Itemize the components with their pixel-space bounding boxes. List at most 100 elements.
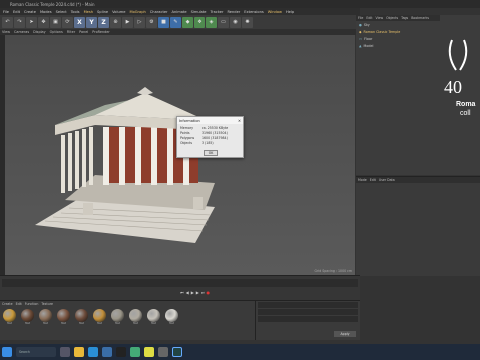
menu-help[interactable]: Help — [286, 10, 294, 14]
menu-volume[interactable]: Volume — [112, 10, 125, 14]
chrome-icon[interactable] — [144, 347, 154, 357]
timeline-ruler[interactable] — [2, 279, 358, 287]
vp-menu-display[interactable]: Display — [33, 30, 46, 34]
floor-icon[interactable]: ▭ — [218, 16, 229, 28]
move-icon[interactable]: ✥ — [38, 16, 49, 28]
vp-menu-view[interactable]: View — [2, 30, 10, 34]
vp-menu-cameras[interactable]: Cameras — [14, 30, 29, 34]
coord-field-z[interactable] — [258, 316, 358, 322]
material-swatch[interactable]: Mat — [38, 309, 53, 325]
menu-create[interactable]: Create — [24, 10, 36, 14]
render-picture-icon[interactable]: ▷ — [134, 16, 145, 28]
menu-simulate[interactable]: Simulate — [191, 10, 207, 14]
am-menu-mode[interactable]: Mode — [358, 178, 367, 182]
play-icon[interactable]: ▶ — [191, 290, 194, 295]
object-row-model[interactable]: ▲ Model — [356, 42, 440, 49]
am-menu-edit[interactable]: Edit — [370, 178, 376, 182]
svg-text:40: 40 — [444, 77, 462, 97]
ok-button[interactable]: OK — [204, 150, 218, 156]
menu-select[interactable]: Select — [56, 10, 67, 14]
coord-field-y[interactable] — [258, 309, 358, 315]
menu-animate[interactable]: Animate — [172, 10, 187, 14]
menu-tracker[interactable]: Tracker — [211, 10, 224, 14]
om-menu-file[interactable]: File — [358, 16, 363, 20]
animation-timeline[interactable]: ⏮ ◀ ▶ ▶ ⏭ ● — [0, 275, 360, 300]
mat-menu-function[interactable]: Function — [25, 302, 39, 306]
material-swatch[interactable]: Mat — [74, 309, 89, 325]
material-swatch[interactable]: Mat — [56, 309, 71, 325]
redo-icon[interactable]: ↷ — [14, 16, 25, 28]
x-axis-icon[interactable]: X — [74, 16, 85, 28]
menu-mograph[interactable]: MoGraph — [129, 10, 145, 14]
undo-icon[interactable]: ↶ — [2, 16, 13, 28]
go-start-icon[interactable]: ⏮ — [180, 290, 184, 295]
coord-field-x[interactable] — [258, 302, 358, 308]
record-icon[interactable]: ● — [206, 290, 210, 295]
menu-window[interactable]: Window — [268, 10, 282, 14]
taskbar-search[interactable]: Search — [16, 347, 56, 357]
material-swatch[interactable]: Mat — [146, 309, 161, 325]
render-view-icon[interactable]: ▶ — [122, 16, 133, 28]
coordinate-manager: Apply — [255, 300, 360, 340]
y-axis-icon[interactable]: Y — [86, 16, 97, 28]
coordinate-system-icon[interactable]: ⊕ — [110, 16, 121, 28]
start-icon[interactable] — [2, 347, 12, 357]
menu-tools[interactable]: Tools — [71, 10, 80, 14]
am-menu-userdata[interactable]: User Data — [379, 178, 395, 182]
object-row-floor[interactable]: ▭ Floor — [356, 35, 440, 42]
material-swatch[interactable]: Mat — [128, 309, 143, 325]
x-app-icon[interactable] — [116, 347, 126, 357]
camera-icon[interactable]: ◉ — [230, 16, 241, 28]
render-settings-icon[interactable]: ⚙ — [146, 16, 157, 28]
mail-icon[interactable] — [102, 347, 112, 357]
cube-icon[interactable]: ■ — [158, 16, 169, 28]
mat-menu-texture[interactable]: Texture — [41, 302, 53, 306]
material-swatch[interactable]: Mat — [2, 309, 17, 325]
menu-mesh[interactable]: Mesh — [84, 10, 93, 14]
edge-icon[interactable] — [88, 347, 98, 357]
vp-menu-options[interactable]: Options — [50, 30, 63, 34]
menu-extensions[interactable]: Extensions — [244, 10, 264, 14]
photos-icon[interactable] — [130, 347, 140, 357]
mat-menu-edit[interactable]: Edit — [16, 302, 22, 306]
vp-menu-prorender[interactable]: ProRender — [92, 30, 109, 34]
material-swatch[interactable]: Mat — [164, 309, 179, 325]
object-row-sky[interactable]: ● Sky — [356, 21, 440, 28]
om-menu-objects[interactable]: Objects — [386, 16, 398, 20]
om-menu-edit[interactable]: Edit — [366, 16, 372, 20]
prev-frame-icon[interactable]: ◀ — [186, 290, 189, 295]
scale-icon[interactable]: ▣ — [50, 16, 61, 28]
menu-character[interactable]: Character — [150, 10, 168, 14]
material-swatch[interactable]: Mat — [92, 309, 107, 325]
om-menu-view[interactable]: View — [376, 16, 384, 20]
material-swatch[interactable]: Mat — [110, 309, 125, 325]
cloner-icon[interactable]: ❖ — [194, 16, 205, 28]
settings-icon[interactable] — [158, 347, 168, 357]
menu-edit[interactable]: Edit — [13, 10, 20, 14]
cinema4d-icon[interactable] — [172, 347, 182, 357]
light-icon[interactable]: ✺ — [242, 16, 253, 28]
deformer-icon[interactable]: ◈ — [206, 16, 217, 28]
vp-menu-filter[interactable]: Filter — [67, 30, 75, 34]
z-axis-icon[interactable]: Z — [98, 16, 109, 28]
vp-menu-panel[interactable]: Panel — [79, 30, 88, 34]
menu-render[interactable]: Render — [227, 10, 240, 14]
om-menu-tags[interactable]: Tags — [401, 16, 408, 20]
rotate-icon[interactable]: ⟳ — [62, 16, 73, 28]
om-menu-bookmarks[interactable]: Bookmarks — [411, 16, 429, 20]
pen-icon[interactable]: ✎ — [170, 16, 181, 28]
next-frame-icon[interactable]: ▶ — [196, 290, 199, 295]
object-row-temple[interactable]: ◆ Roman Classic Temple — [356, 28, 440, 35]
close-icon[interactable]: ✕ — [238, 119, 241, 123]
explorer-icon[interactable] — [74, 347, 84, 357]
menu-file[interactable]: File — [3, 10, 9, 14]
menu-modes[interactable]: Modes — [40, 10, 52, 14]
subdivision-icon[interactable]: ◆ — [182, 16, 193, 28]
mat-menu-create[interactable]: Create — [2, 302, 13, 306]
material-swatch[interactable]: Mat — [20, 309, 35, 325]
apply-button[interactable]: Apply — [334, 331, 356, 337]
menu-spline[interactable]: Spline — [97, 10, 108, 14]
task-view-icon[interactable] — [60, 347, 70, 357]
select-icon[interactable]: ➤ — [26, 16, 37, 28]
go-end-icon[interactable]: ⏭ — [201, 290, 205, 295]
